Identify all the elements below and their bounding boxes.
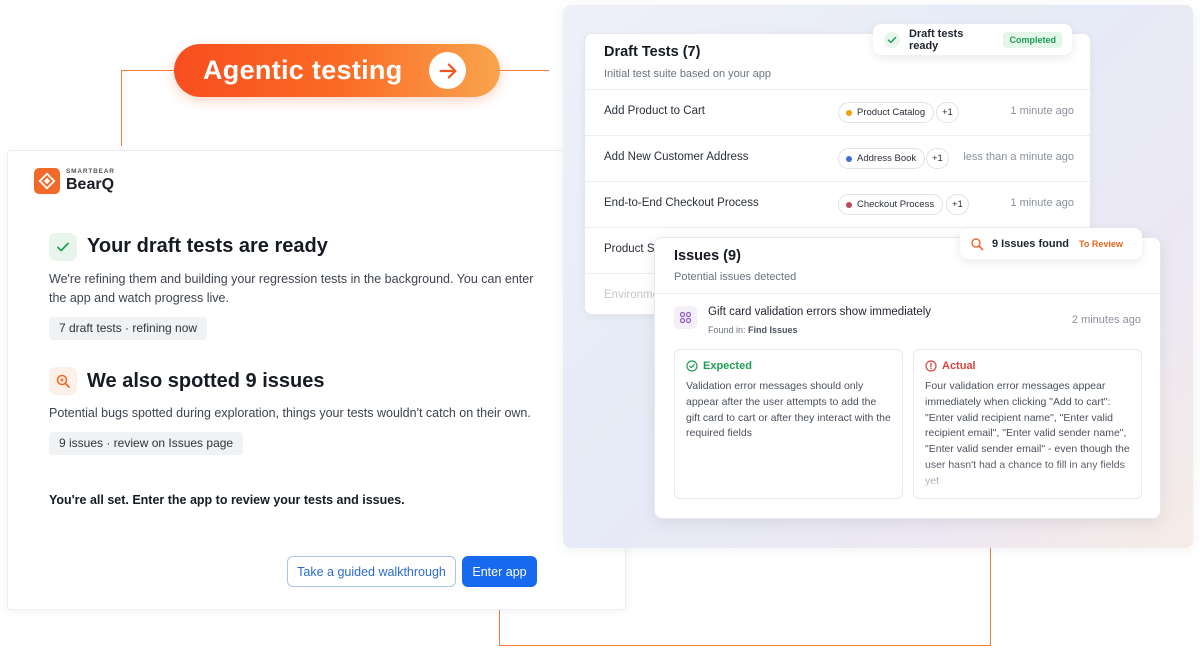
fade-overlay xyxy=(914,462,1141,498)
draft-badge-text: Draft tests ready xyxy=(908,27,964,52)
check-icon xyxy=(49,233,77,261)
completed-status: Completed xyxy=(1003,31,1062,48)
actual-label: Actual xyxy=(925,360,976,372)
drafts-ready-body-1: We're refining them and building your re… xyxy=(49,272,534,286)
bearq-logo-icon xyxy=(34,168,60,194)
pill-label: Agentic testing xyxy=(203,55,403,85)
all-set-text: You're all set. Enter the app to review … xyxy=(49,493,405,507)
tag-more: +1 xyxy=(946,194,969,215)
issues-chip: 9 issues · review on Issues page xyxy=(49,432,244,455)
expected-box: Expected Validation error messages shoul… xyxy=(674,349,903,499)
test-tag: Checkout Process xyxy=(838,194,944,215)
test-tag: Address Book xyxy=(838,148,926,169)
draft-ready-badge: Draft tests ready Completed xyxy=(873,24,1072,55)
tag-more: +1 xyxy=(926,148,949,169)
test-row[interactable]: End-to-End Checkout Process Checkout Pro… xyxy=(585,181,1090,227)
test-name: End-to-End Checkout Process xyxy=(604,197,759,209)
brand-small: SMARTBEAR xyxy=(66,168,115,176)
bearq-logo: SMARTBEAR BearQ xyxy=(34,168,115,194)
agentic-testing-pill: Agentic testing xyxy=(174,44,500,97)
onboarding-card: SMARTBEAR BearQ Your draft tests are rea… xyxy=(7,150,626,610)
issues-title: Issues (9) xyxy=(674,248,741,264)
search-bug-icon xyxy=(49,367,77,395)
test-time: 1 minute ago xyxy=(1010,105,1074,117)
issue-found-in: Found in: Find Issues xyxy=(708,325,798,335)
test-name: Product S xyxy=(604,243,655,255)
stage: Agentic testing SMARTBEAR BearQ Your dra… xyxy=(0,0,1200,665)
test-time: 1 minute ago xyxy=(1010,197,1074,209)
check-circle-icon xyxy=(686,360,698,372)
issues-subtitle: Potential issues detected xyxy=(674,271,797,283)
drafts-ready-title: Your draft tests are ready xyxy=(87,235,328,257)
tag-dot-icon xyxy=(846,201,852,208)
issue-time: 2 minutes ago xyxy=(1071,314,1141,326)
test-name: Add New Customer Address xyxy=(604,151,749,163)
expected-text: Validation error messages should only ap… xyxy=(686,380,891,440)
connector-line xyxy=(499,645,990,646)
to-review-status: To Review xyxy=(1079,238,1123,249)
test-row[interactable]: Add Product to Cart Product Catalog +1 1… xyxy=(585,89,1090,135)
arrow-right-icon xyxy=(429,52,466,89)
alert-circle-icon xyxy=(925,360,937,372)
draft-tests-title: Draft Tests (7) xyxy=(604,44,701,60)
tag-dot-icon xyxy=(846,109,852,116)
issue-title[interactable]: Gift card validation errors show immedia… xyxy=(708,306,931,318)
drafts-ready-body-2: the app and watch progress live. xyxy=(49,291,229,305)
issues-spotted-title: We also spotted 9 issues xyxy=(87,370,325,392)
divider xyxy=(655,293,1160,294)
test-name: Environme xyxy=(604,289,659,301)
test-tag: Product Catalog xyxy=(838,102,935,123)
issues-card: Issues (9) Potential issues detected Gif… xyxy=(654,237,1161,519)
brand-name: BearQ xyxy=(66,175,115,193)
connector-line xyxy=(499,70,549,71)
issue-grid-icon xyxy=(674,306,697,329)
tag-dot-icon xyxy=(846,155,852,162)
guided-walkthrough-button[interactable]: Take a guided walkthrough xyxy=(287,556,456,587)
connector-line xyxy=(121,70,175,71)
actual-box: Actual Four validation error messages ap… xyxy=(913,349,1142,499)
test-name: Add Product to Cart xyxy=(604,105,705,117)
connector-line xyxy=(990,548,991,646)
connector-line xyxy=(121,70,122,146)
search-icon xyxy=(971,237,984,250)
test-row[interactable]: Add New Customer Address Address Book +1… xyxy=(585,135,1090,181)
issues-found-badge: 9 Issues found To Review xyxy=(960,228,1142,259)
issues-badge-text: 9 Issues found xyxy=(992,237,1070,250)
issues-spotted-body: Potential bugs spotted during exploratio… xyxy=(49,406,531,420)
test-time: less than a minute ago xyxy=(963,151,1074,163)
tag-more: +1 xyxy=(936,102,959,123)
connector-line xyxy=(499,610,500,645)
expected-label: Expected xyxy=(686,360,752,372)
enter-app-button[interactable]: Enter app xyxy=(462,556,537,587)
draft-tests-chip: 7 draft tests · refining now xyxy=(49,317,208,340)
draft-tests-subtitle: Initial test suite based on your app xyxy=(604,68,771,80)
check-icon xyxy=(883,31,900,48)
